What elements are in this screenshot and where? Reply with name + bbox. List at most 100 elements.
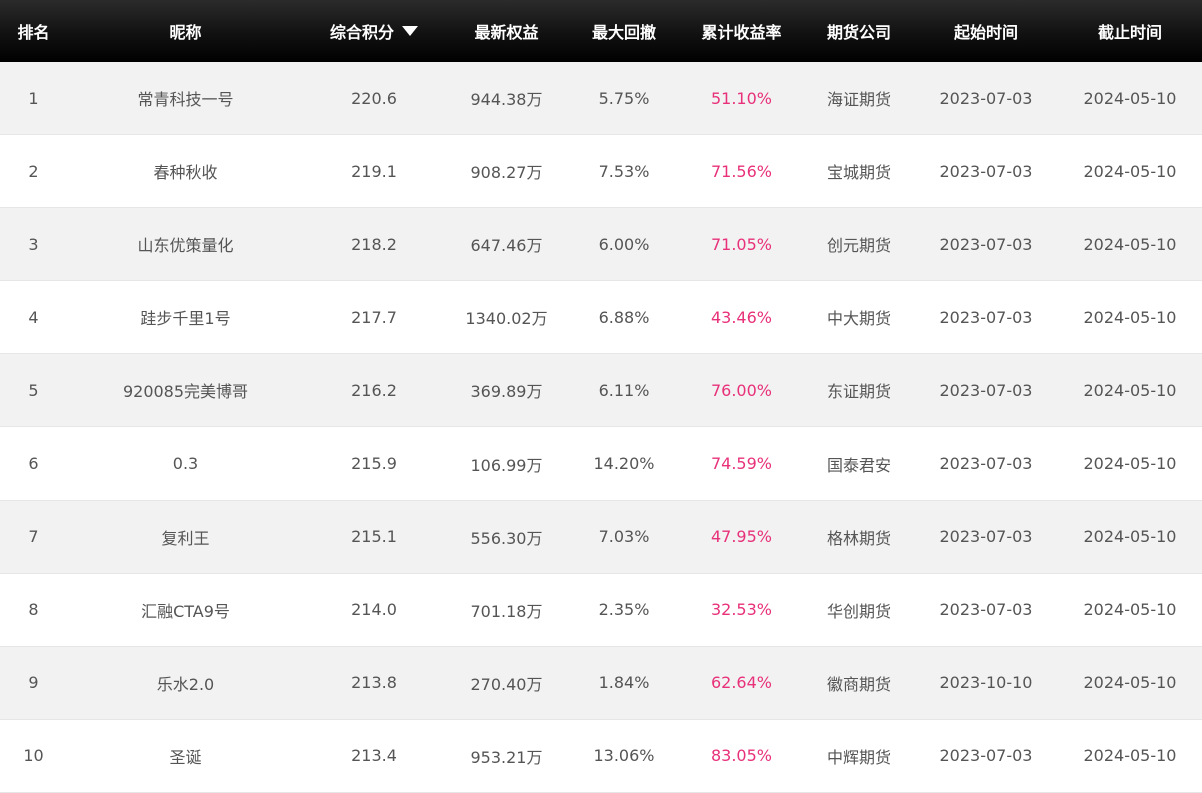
row-end-date: 2024-05-10 xyxy=(1083,746,1177,766)
row-cum-return: 62.64% xyxy=(710,673,772,693)
row-rank: 7 xyxy=(28,527,39,547)
table-row: 3 山东优策量化 218.2 647.46万 6.00% 71.05% 创元期货 2023-0… xyxy=(0,208,1202,282)
header-rank: 排名 xyxy=(17,23,50,42)
row-end-date: 2024-05-10 xyxy=(1083,600,1177,620)
row-end-date: 2024-05-10 xyxy=(1083,380,1177,400)
row-start-date: 2023-10-10 xyxy=(939,673,1033,693)
row-start-date: 2023-07-03 xyxy=(939,600,1033,620)
row-cum-return: 43.46% xyxy=(710,307,772,327)
row-start-date: 2023-07-03 xyxy=(939,454,1033,474)
table-row: 10 圣诞 213.4 953.21万 13.06% 83.05% 中辉期货 2023-07-… xyxy=(0,719,1202,793)
row-rank: 3 xyxy=(28,234,39,254)
row-equity: 908.27万 xyxy=(470,163,543,183)
caret-down-icon[interactable] xyxy=(402,26,418,36)
row-broker: 国泰君安 xyxy=(826,455,891,475)
row-score: 213.8 xyxy=(351,673,397,693)
table-row: 8 汇融CTA9号 214.0 701.18万 2.35% 32.53% 华创期货 2023-… xyxy=(0,573,1202,647)
row-start-date: 2023-07-03 xyxy=(939,527,1033,547)
row-cum-return: 71.05% xyxy=(710,234,772,254)
row-rank: 6 xyxy=(28,454,39,474)
table-row: 6 0.3 215.9 106.99万 14.20% 74.59% 国泰君安 2023-07-… xyxy=(0,427,1202,501)
row-nickname: 山东优策量化 xyxy=(137,236,234,256)
row-broker: 创元期货 xyxy=(826,236,891,256)
row-score: 218.2 xyxy=(351,234,397,254)
header-end: 截止时间 xyxy=(1097,23,1162,42)
row-nickname: 复利王 xyxy=(161,528,210,548)
row-end-date: 2024-05-10 xyxy=(1083,527,1177,547)
header-broker: 期货公司 xyxy=(826,23,891,42)
row-broker: 徽商期货 xyxy=(826,674,891,694)
row-nickname: 乐水2.0 xyxy=(156,674,215,694)
row-cum-return: 71.56% xyxy=(710,161,772,181)
row-equity: 106.99万 xyxy=(470,455,543,475)
row-equity: 953.21万 xyxy=(470,747,543,767)
header-equity: 最新权益 xyxy=(474,23,539,42)
row-cum-return: 83.05% xyxy=(710,746,772,766)
row-equity: 647.46万 xyxy=(470,236,543,256)
row-end-date: 2024-05-10 xyxy=(1083,454,1177,474)
row-end-date: 2024-05-10 xyxy=(1083,161,1177,181)
row-cum-return: 76.00% xyxy=(710,380,772,400)
table-header: 排名 昵称 综合积分 最新权益 最大回撤 累计收益率 期货公司 起始时间 截止时… xyxy=(0,0,1202,62)
table-row: 7 复利王 215.1 556.30万 7.03% 47.95% 格林期货 2023-07-0… xyxy=(0,500,1202,574)
row-score: 214.0 xyxy=(351,600,397,620)
row-nickname: 跬步千里1号 xyxy=(140,309,231,329)
row-rank: 1 xyxy=(28,88,39,108)
row-start-date: 2023-07-03 xyxy=(939,234,1033,254)
ranking-table: 排名 昵称 综合积分 最新权益 最大回撤 累计收益率 期货公司 起始时间 截止时… xyxy=(0,0,1202,793)
row-start-date: 2023-07-03 xyxy=(939,161,1033,181)
table-body: 1 常青科技一号 220.6 944.38万 5.75% 51.10% 海证期货 2023-0… xyxy=(0,62,1202,793)
row-end-date: 2024-05-10 xyxy=(1083,673,1177,693)
table-row: 1 常青科技一号 220.6 944.38万 5.75% 51.10% 海证期货 2023-0… xyxy=(0,62,1202,136)
row-max-drawdown: 7.03% xyxy=(598,527,650,547)
row-cum-return: 32.53% xyxy=(710,600,772,620)
row-start-date: 2023-07-03 xyxy=(939,746,1033,766)
row-nickname: 920085完美博哥 xyxy=(122,382,249,402)
row-rank: 2 xyxy=(28,161,39,181)
row-end-date: 2024-05-10 xyxy=(1083,88,1177,108)
row-broker: 华创期货 xyxy=(826,601,891,621)
row-equity: 556.30万 xyxy=(470,528,543,548)
row-equity: 1340.02万 xyxy=(465,309,548,329)
row-broker: 中辉期货 xyxy=(826,747,891,767)
row-equity: 944.38万 xyxy=(470,90,543,110)
row-max-drawdown: 2.35% xyxy=(598,600,650,620)
row-cum-return: 51.10% xyxy=(710,88,772,108)
row-score: 220.6 xyxy=(351,88,397,108)
row-start-date: 2023-07-03 xyxy=(939,380,1033,400)
row-max-drawdown: 6.11% xyxy=(598,380,650,400)
row-equity: 369.89万 xyxy=(470,382,543,402)
table-row: 9 乐水2.0 213.8 270.40万 1.84% 62.64% 徽商期货 2023-10… xyxy=(0,646,1202,720)
row-score: 215.1 xyxy=(351,527,397,547)
table-row: 2 春种秋收 219.1 908.27万 7.53% 71.56% 宝城期货 2023-07-… xyxy=(0,135,1202,209)
row-end-date: 2024-05-10 xyxy=(1083,307,1177,327)
row-broker: 海证期货 xyxy=(826,90,891,110)
header-score-label: 综合积分 xyxy=(329,23,394,42)
row-broker: 格林期货 xyxy=(826,528,891,548)
row-end-date: 2024-05-10 xyxy=(1083,234,1177,254)
row-start-date: 2023-07-03 xyxy=(939,88,1033,108)
row-rank: 10 xyxy=(23,746,44,766)
row-max-drawdown: 14.20% xyxy=(593,454,655,474)
row-nickname: 春种秋收 xyxy=(153,163,218,183)
row-nickname: 圣诞 xyxy=(169,747,202,767)
row-max-drawdown: 1.84% xyxy=(598,673,650,693)
table-row: 4 跬步千里1号 217.7 1340.02万 6.88% 43.46% 中大期货 2023-… xyxy=(0,281,1202,355)
row-nickname: 汇融CTA9号 xyxy=(141,601,230,621)
table-row: 5 920085完美博哥 216.2 369.89万 6.11% 76.00% 东证期货 20… xyxy=(0,354,1202,428)
row-equity: 270.40万 xyxy=(470,674,543,694)
row-max-drawdown: 7.53% xyxy=(598,161,650,181)
row-max-drawdown: 13.06% xyxy=(593,746,655,766)
row-score: 219.1 xyxy=(351,161,397,181)
header-nickname: 昵称 xyxy=(169,23,202,42)
row-broker: 东证期货 xyxy=(826,382,891,402)
row-score: 216.2 xyxy=(351,380,397,400)
header-cum-return: 累计收益率 xyxy=(701,23,782,42)
header-score-sortable[interactable]: 综合积分 xyxy=(304,19,444,43)
row-max-drawdown: 6.88% xyxy=(598,307,650,327)
row-cum-return: 47.95% xyxy=(710,527,772,547)
header-start: 起始时间 xyxy=(953,23,1018,42)
row-equity: 701.18万 xyxy=(470,601,543,621)
header-max-drawdown: 最大回撤 xyxy=(591,23,656,42)
row-score: 217.7 xyxy=(351,307,397,327)
